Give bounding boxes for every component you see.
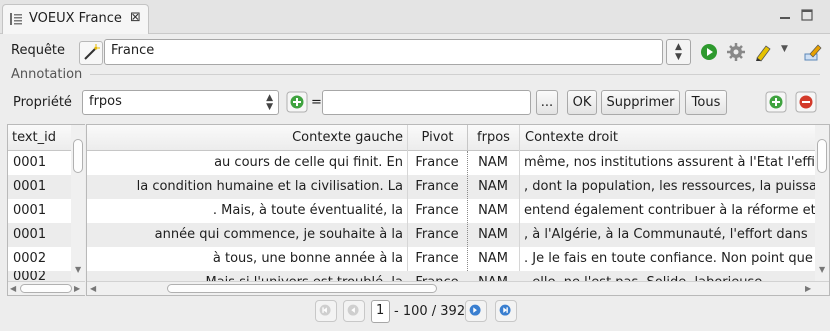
last-page-icon (499, 304, 511, 316)
table-cell-id: 0002 (13, 251, 47, 266)
concordance-table[interactable]: Contexte gauche Pivot frpos Contexte dro… (86, 124, 830, 296)
tab-voeux-france[interactable]: VOEUX France ⊠ (2, 4, 149, 34)
column-header-pivot[interactable]: Pivot (407, 125, 467, 151)
id-horizontal-scrollbar[interactable]: ◀ ▶ (8, 281, 85, 295)
table-cell-right-context: . Je le fais en toute confiance. Non poi… (524, 251, 813, 266)
table-cell-left-context: . Mais, à toute éventualité, la (212, 203, 403, 218)
ok-button[interactable]: OK (567, 90, 597, 115)
property-label: Propriété (13, 95, 72, 110)
next-page-icon (469, 304, 481, 316)
column-header-right-context[interactable]: Contexte droit (519, 125, 829, 151)
select-arrows-icon: ▲ ▼ (266, 93, 273, 112)
equals-sign: = (311, 95, 322, 110)
scroll-down-icon[interactable]: ▼ (75, 265, 81, 274)
column-header-left-context[interactable]: Contexte gauche (87, 125, 407, 151)
table-cell-frpos: NAM (478, 203, 508, 218)
annotation-value-field[interactable] (322, 90, 531, 115)
main-vertical-scrollbar[interactable]: ▼ (815, 125, 829, 281)
id-vertical-scrollbar[interactable]: ▼ (71, 125, 85, 281)
property-value: frpos (89, 94, 122, 109)
highlighter-pen-icon[interactable] (752, 41, 774, 63)
magic-wand-icon (84, 44, 100, 60)
run-query-icon[interactable] (698, 41, 720, 63)
first-page-button[interactable] (315, 300, 337, 322)
scroll-left-icon[interactable]: ◀ (10, 284, 16, 293)
add-row-icon[interactable] (765, 91, 787, 113)
group-divider (90, 74, 820, 75)
table-cell-pivot: France (415, 251, 459, 266)
last-page-button[interactable] (495, 300, 517, 322)
chevron-down-icon[interactable]: ▼ (781, 44, 788, 54)
table-cell-left-context: Mais si l'univers est troublé, la (87, 271, 404, 281)
annotation-group-label: Annotation (11, 67, 83, 82)
page-number-field[interactable]: 1 (371, 300, 390, 323)
table-cell-id: 0001 (13, 203, 47, 218)
table-cell-left-context: à tous, une bonne année à la (212, 251, 403, 266)
query-assistant-button[interactable] (79, 41, 103, 65)
remove-row-icon[interactable] (795, 91, 817, 113)
editor-tab-bar: VOEUX France ⊠ (0, 0, 830, 34)
next-page-button[interactable] (465, 300, 487, 322)
concordance-icon (10, 13, 22, 25)
table-cell-id: 0001 (13, 179, 47, 194)
scroll-right-icon[interactable]: ▶ (74, 284, 80, 293)
property-select[interactable]: frpos ▲ ▼ (82, 90, 279, 115)
browse-values-button[interactable]: ... (536, 90, 558, 115)
table-cell-pivot: France (407, 271, 467, 281)
table-cell-frpos: NAM (478, 155, 508, 170)
minimize-icon[interactable] (778, 8, 792, 22)
table-cell-frpos: NAM (467, 271, 519, 281)
scroll-thumb[interactable] (817, 139, 827, 173)
previous-page-icon (347, 304, 359, 316)
delete-button[interactable]: Supprimer (601, 90, 680, 115)
scroll-left-icon[interactable]: ◀ (90, 284, 96, 293)
scroll-thumb[interactable] (167, 284, 437, 293)
scroll-down-icon[interactable]: ▼ (819, 265, 825, 274)
query-history-spinner[interactable]: ▲ ▼ (666, 39, 691, 65)
table-cell-right-context: , à l'Algérie, à la Communauté, l'effort… (524, 227, 808, 242)
edit-annotation-icon[interactable] (802, 41, 824, 63)
scroll-thumb[interactable] (20, 284, 72, 293)
table-cell-left-context: la condition humaine et la civilisation.… (136, 179, 403, 194)
table-cell-right-context: entend également contribuer à la réforme… (524, 203, 815, 218)
settings-gear-icon[interactable] (725, 41, 747, 63)
table-cell-left-context: année qui commence, je souhaite à la (154, 227, 403, 242)
column-header-text-id[interactable]: text_id (8, 125, 74, 151)
previous-page-button[interactable] (343, 300, 365, 322)
scroll-thumb[interactable] (73, 139, 83, 173)
table-cell-pivot: France (415, 227, 459, 242)
first-page-icon (319, 304, 331, 316)
query-input[interactable]: France (104, 39, 663, 65)
column-header-frpos[interactable]: frpos (467, 125, 519, 151)
table-cell-pivot: France (415, 203, 459, 218)
close-tab-icon[interactable]: ⊠ (130, 10, 141, 25)
table-cell-frpos: NAM (478, 227, 508, 242)
main-horizontal-scrollbar[interactable]: ◀ ▶ (87, 281, 829, 295)
tab-title: VOEUX France (29, 11, 122, 26)
table-cell-pivot: France (415, 155, 459, 170)
table-cell-right-context: , dont la population, les ressources, la… (524, 179, 815, 194)
table-cell-pivot: France (415, 179, 459, 194)
scroll-right-icon[interactable]: ▶ (805, 284, 811, 293)
table-cell-frpos: NAM (478, 179, 508, 194)
table-cell-frpos: NAM (478, 251, 508, 266)
page-range-label: - 100 / 392 (394, 304, 466, 319)
table-cell-id: 0001 (13, 155, 47, 170)
query-label: Requête (11, 43, 66, 58)
column-divider (519, 125, 520, 271)
text-id-table[interactable]: text_id 0001 0001 0001 0001 0002 0002 ▼ … (7, 124, 85, 296)
table-cell-id: 0001 (13, 227, 47, 242)
table-cell-right-context: , elle, ne l'est pas. Solide, laborieuse (524, 271, 815, 281)
table-cell-right-context: même, nos institutions assurent à l'Etat… (524, 155, 815, 170)
all-button[interactable]: Tous (685, 90, 727, 115)
table-cell-left-context: au cours de celle qui finit. En (214, 155, 403, 170)
add-property-icon[interactable] (286, 91, 308, 113)
maximize-icon[interactable] (800, 8, 814, 22)
